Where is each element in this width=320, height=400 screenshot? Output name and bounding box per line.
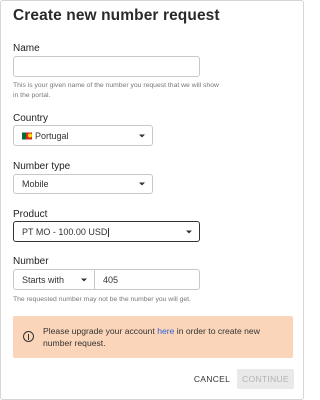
number-label: Number [13,256,49,267]
chevron-down-icon [81,278,87,281]
country-select-value: Portugal [35,130,69,141]
number-input-value: 405 [103,274,119,285]
chevron-down-icon [139,182,145,186]
number-helper-text: The requested number may not be the numb… [13,296,191,303]
name-input[interactable] [13,56,200,77]
upgrade-link[interactable]: here [157,326,174,336]
upgrade-alert-text: Please upgrade your account here in orde… [43,325,283,349]
number-input[interactable]: 405 [94,269,200,290]
number-match-select[interactable]: Starts with [13,269,95,290]
product-label: Product [13,209,48,220]
country-label: Country [13,113,49,124]
product-select[interactable]: PT MO - 100.00 USD [13,221,200,242]
portugal-flag-icon [22,132,32,139]
alert-text-before: Please upgrade your account [43,326,158,336]
cancel-button[interactable]: CANCEL [191,369,233,389]
number-match-value: Starts with [22,274,65,285]
text-cursor [108,227,110,237]
name-label: Name [13,43,40,54]
product-select-value: PT MO - 100.00 USD [22,226,108,237]
alert-circle-icon [23,331,34,342]
product-select-value-wrap: PT MO - 100.00 USD [22,226,110,237]
number-type-label: Number type [13,161,71,172]
number-type-select-value: Mobile [22,179,49,189]
continue-button[interactable]: CONTINUE [237,369,294,389]
chevron-down-icon [139,134,145,137]
create-number-request-dialog: Create new number request Name This is y… [0,0,304,400]
upgrade-alert: Please upgrade your account here in orde… [13,316,293,358]
chevron-down-icon [186,230,192,233]
dialog-title: Create new number request [13,7,220,24]
name-helper-text: This is your given name of the number yo… [13,82,219,99]
number-type-select[interactable]: Mobile [13,174,153,194]
country-select[interactable]: Portugal [13,125,153,146]
